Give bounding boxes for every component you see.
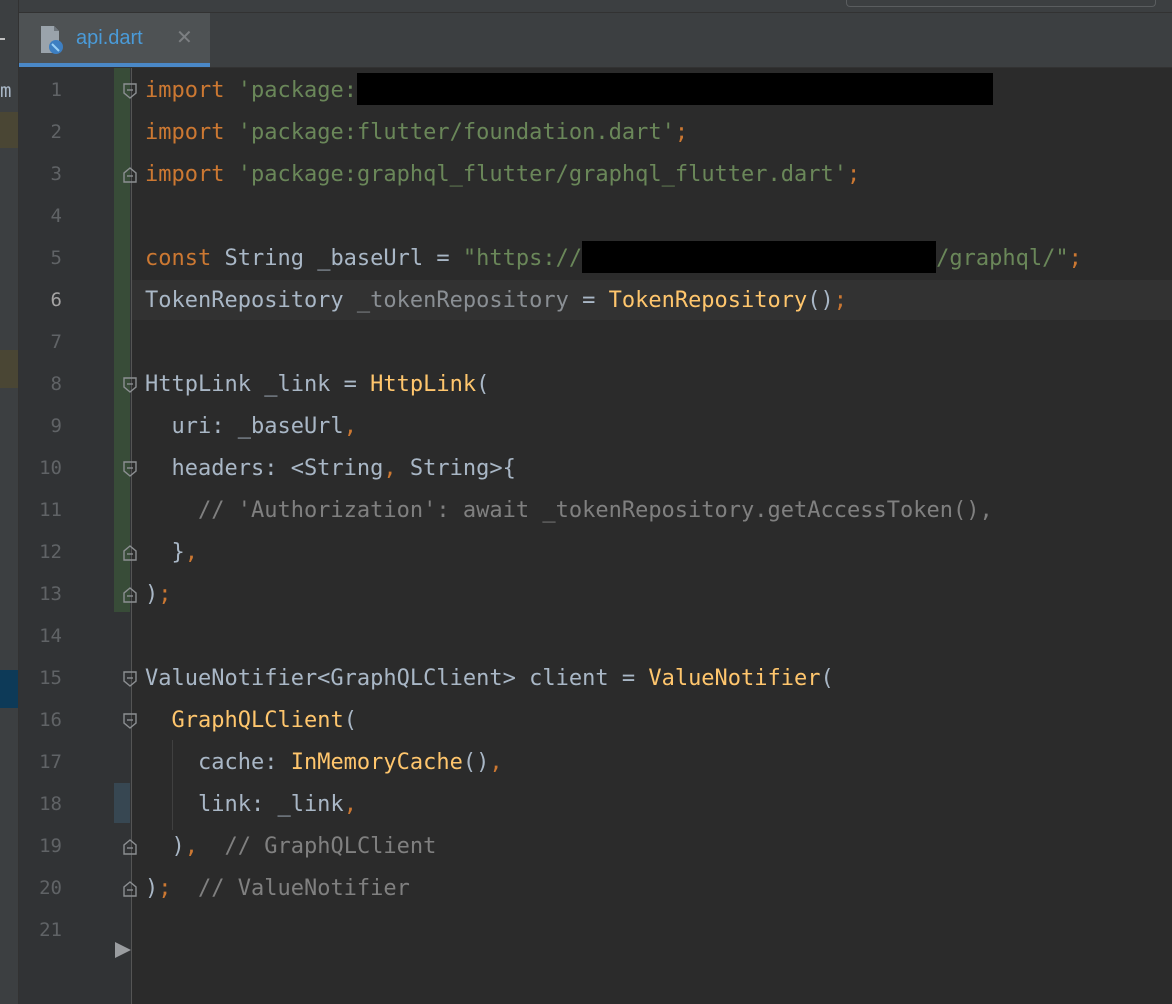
line-number[interactable]: 21 xyxy=(22,909,62,951)
tab-label: api.dart xyxy=(76,27,143,49)
code-line: HttpLink _link = HttpLink( xyxy=(145,372,490,397)
code-line: GraphQLClient( xyxy=(171,708,357,733)
fold-end-icon[interactable] xyxy=(121,166,139,184)
close-icon[interactable]: ✕ xyxy=(176,25,193,49)
line-number[interactable]: 10 xyxy=(22,447,62,489)
code-line: uri: _baseUrl, xyxy=(145,414,357,439)
code-line: cache: InMemoryCache(), xyxy=(145,750,503,775)
code-line: import 'package: xyxy=(145,69,993,111)
active-tab-indicator xyxy=(19,63,210,67)
line-number[interactable]: 19 xyxy=(22,825,62,867)
code-line: link: _link, xyxy=(145,792,357,817)
project-tree-highlight xyxy=(0,350,18,388)
fold-collapse-icon[interactable] xyxy=(121,376,139,394)
line-number[interactable]: 11 xyxy=(22,489,62,531)
tab-api-dart[interactable]: api.dart ✕ xyxy=(19,13,210,67)
fold-collapse-icon[interactable] xyxy=(121,460,139,478)
line-number[interactable]: 3 xyxy=(22,153,62,195)
line-number[interactable]: 15 xyxy=(22,657,62,699)
code-line: const String _baseUrl = "https:///graphq… xyxy=(145,237,1082,279)
code-line-current: TokenRepository _tokenRepository = Token… xyxy=(145,288,848,313)
code-line: // 'Authorization': await _tokenReposito… xyxy=(145,498,993,523)
code-line: import 'package:flutter/foundation.dart'… xyxy=(145,120,689,145)
run-arrow-icon[interactable] xyxy=(115,942,131,958)
line-number[interactable]: 4 xyxy=(22,195,62,237)
fold-collapse-icon[interactable] xyxy=(121,712,139,730)
line-number[interactable]: 1 xyxy=(22,69,62,111)
code-line: ); xyxy=(145,582,172,607)
code-line: import 'package:graphql_flutter/graphql_… xyxy=(145,162,861,187)
line-number[interactable]: 14 xyxy=(22,615,62,657)
line-number[interactable]: 2 xyxy=(22,111,62,153)
fold-collapse-icon[interactable] xyxy=(121,82,139,100)
search-field-edge[interactable] xyxy=(846,0,1156,7)
code-line: ), // GraphQLClient xyxy=(145,834,437,859)
vcs-modified-marker[interactable] xyxy=(114,783,130,823)
fold-end-icon[interactable] xyxy=(121,544,139,562)
code-line: }, xyxy=(145,540,198,565)
vcs-added-marker[interactable] xyxy=(114,68,130,612)
line-number[interactable]: 13 xyxy=(22,573,62,615)
dart-file-icon xyxy=(41,26,63,54)
project-tree-highlight xyxy=(0,112,18,148)
code-line: ); // ValueNotifier xyxy=(145,876,410,901)
redacted-block xyxy=(356,73,993,105)
code-line: ValueNotifier<GraphQLClient> client = Va… xyxy=(145,666,834,691)
line-number[interactable]: 16 xyxy=(22,699,62,741)
fold-collapse-icon[interactable] xyxy=(121,670,139,688)
redacted-block xyxy=(582,241,937,273)
fold-end-icon[interactable] xyxy=(121,838,139,856)
line-number[interactable]: 12 xyxy=(22,531,62,573)
code-line: headers: <String, String>{ xyxy=(145,456,516,481)
gutter-divider xyxy=(131,68,132,1004)
project-tree-fragment: m xyxy=(0,80,12,102)
line-number[interactable]: 18 xyxy=(22,783,62,825)
panel-collapse-handle[interactable] xyxy=(0,38,5,40)
line-number[interactable]: 5 xyxy=(22,237,62,279)
project-tree-selection xyxy=(0,670,18,708)
project-panel-strip: m xyxy=(0,0,19,1004)
line-number[interactable]: 9 xyxy=(22,405,62,447)
line-number[interactable]: 7 xyxy=(22,321,62,363)
editor-tab-bar: api.dart ✕ xyxy=(19,0,1172,68)
line-number[interactable]: 17 xyxy=(22,741,62,783)
line-number[interactable]: 20 xyxy=(22,867,62,909)
fold-end-icon[interactable] xyxy=(121,880,139,898)
fold-end-icon[interactable] xyxy=(121,586,139,604)
line-number[interactable]: 8 xyxy=(22,363,62,405)
line-number[interactable]: 6 xyxy=(22,279,62,321)
